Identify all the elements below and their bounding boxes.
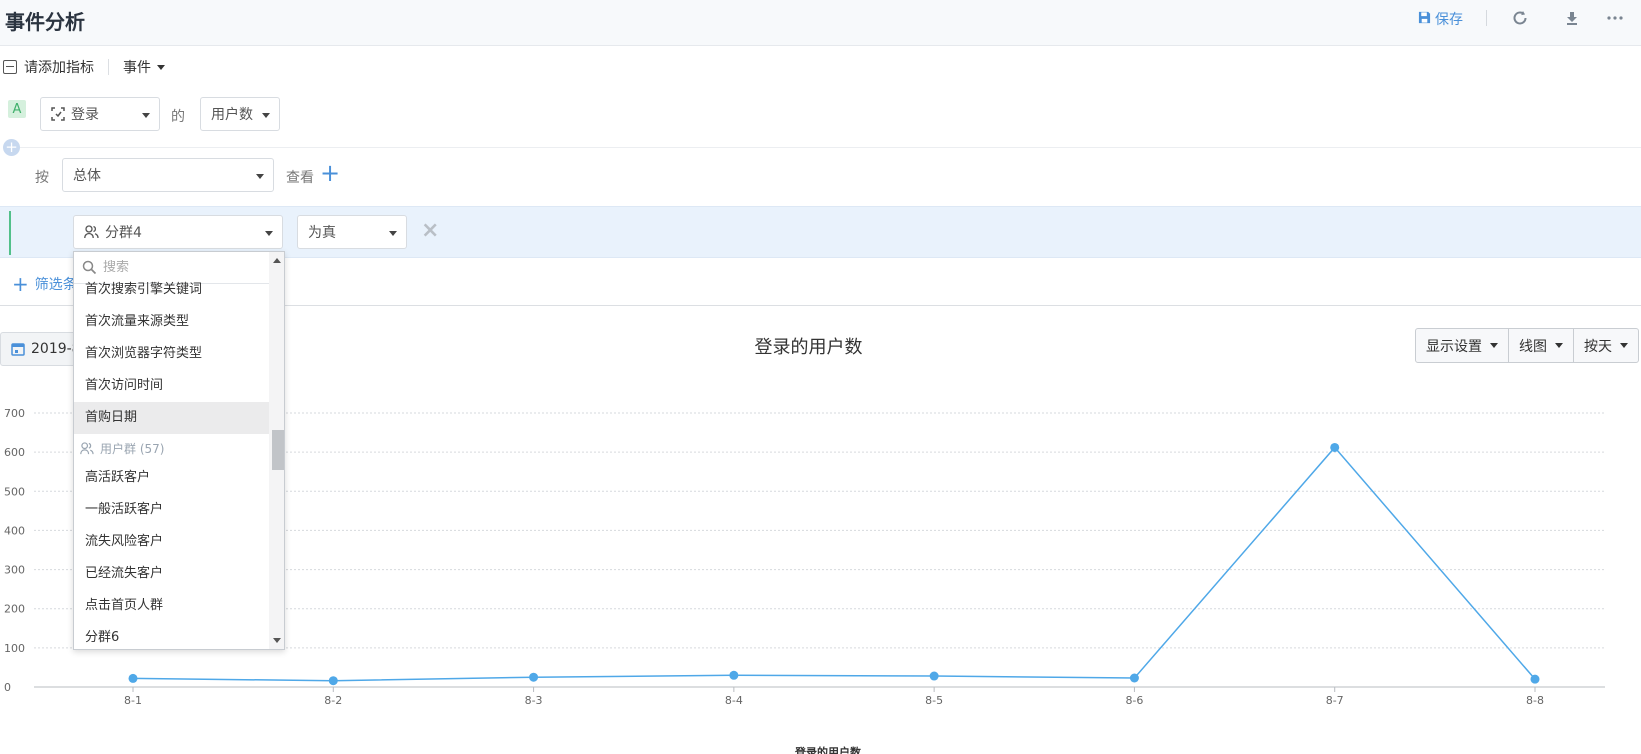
dropdown-scrollbar[interactable] — [269, 252, 284, 649]
user-group-icon — [80, 441, 94, 455]
data-point — [328, 676, 338, 686]
display-settings-button[interactable]: 显示设置 — [1416, 329, 1509, 362]
header-separator — [1486, 10, 1487, 26]
y-tick-label: 300 — [4, 564, 25, 577]
view-label: 查看 — [286, 170, 314, 186]
dropdown-item[interactable]: 首次搜索引擎关键词 — [74, 274, 269, 306]
group-by-label: 按 — [35, 170, 49, 186]
toggle-separator — [108, 59, 109, 75]
data-point — [128, 673, 138, 683]
x-tick-label: 8-2 — [324, 694, 342, 707]
data-point — [1530, 674, 1540, 684]
caret-down-icon — [157, 64, 165, 70]
caret-down-icon — [265, 231, 273, 236]
add-metric-label[interactable]: 请添加指标 — [24, 57, 94, 77]
dropdown-item[interactable]: 高活跃客户 — [74, 462, 269, 494]
chart-legend-label: 登录的用户数 — [795, 746, 861, 754]
chart-type-button[interactable]: 线图 — [1509, 329, 1574, 362]
refresh-icon[interactable] — [1510, 8, 1530, 28]
x-tick-label: 8-1 — [124, 694, 142, 707]
scroll-down-icon[interactable] — [273, 638, 281, 643]
scrollbar-thumb[interactable] — [272, 430, 284, 470]
page-title: 事件分析 — [5, 10, 85, 34]
add-group-plus-icon[interactable]: + — [320, 161, 340, 185]
dropdown-item[interactable]: 分群6 — [74, 622, 269, 649]
caret-down-icon — [1490, 343, 1498, 348]
dropdown-item[interactable]: 首次流量来源类型 — [74, 306, 269, 338]
caret-down-icon — [262, 113, 270, 118]
series-line — [132, 446, 1536, 682]
dropdown-item[interactable]: 首次浏览器字符类型 — [74, 338, 269, 370]
divider — [20, 147, 1641, 148]
filter-property-dropdown: 首次搜索引擎关键词首次流量来源类型首次浏览器字符类型首次访问时间首购日期用户群 … — [73, 251, 285, 650]
y-tick-label: 600 — [4, 446, 25, 459]
event-select[interactable]: 登录 — [40, 97, 160, 131]
granularity-button[interactable]: 按天 — [1574, 329, 1638, 362]
scroll-up-icon[interactable] — [273, 258, 281, 263]
filter-property-select[interactable]: 分群4 — [73, 215, 283, 249]
data-point — [729, 670, 739, 680]
event-icon — [51, 107, 65, 121]
dropdown-item[interactable]: 一般活跃客户 — [74, 494, 269, 526]
download-icon[interactable] — [1562, 8, 1582, 28]
y-tick-label: 0 — [4, 681, 11, 694]
chart-options-group: 显示设置 线图 按天 — [1415, 328, 1639, 363]
y-tick-label: 500 — [4, 485, 25, 498]
dropdown-group-header: 用户群 (57) — [74, 434, 269, 462]
plus-icon: + — [12, 272, 29, 296]
y-tick-label: 400 — [4, 524, 25, 537]
y-tick-label: 100 — [4, 642, 25, 655]
x-tick-label: 8-8 — [1526, 694, 1544, 707]
event-analysis-page: 事件分析 保存 请添加指标 事件 A 登录 的 用户数 + 按 总体 查看 + … — [0, 0, 1641, 754]
dropdown-item[interactable]: 点击首页人群 — [74, 590, 269, 622]
dropdown-item[interactable]: 已经流失客户 — [74, 558, 269, 590]
user-group-icon — [84, 225, 99, 239]
header: 事件分析 保存 — [0, 0, 1641, 46]
dropdown-item[interactable]: 首购日期 — [74, 402, 269, 434]
x-tick-label: 8-5 — [925, 694, 943, 707]
more-icon[interactable] — [1605, 8, 1625, 28]
collapse-icon[interactable] — [3, 60, 17, 74]
metrics-toggle-row: 请添加指标 事件 — [0, 56, 165, 78]
dropdown-item[interactable]: 流失风险客户 — [74, 526, 269, 558]
caret-down-icon — [256, 174, 264, 179]
y-tick-label: 700 — [4, 407, 25, 420]
data-point — [1330, 442, 1340, 452]
x-tick-label: 8-6 — [1125, 694, 1143, 707]
group-by-select[interactable]: 总体 — [62, 158, 274, 192]
save-button[interactable]: 保存 — [1418, 9, 1463, 29]
caret-down-icon — [389, 231, 397, 236]
search-input[interactable] — [103, 260, 253, 275]
x-tick-label: 8-4 — [725, 694, 743, 707]
measure-select[interactable]: 用户数 — [200, 97, 280, 131]
dropdown-item[interactable]: 首次访问时间 — [74, 370, 269, 402]
caret-down-icon — [1620, 343, 1628, 348]
search-icon — [82, 260, 97, 275]
remove-filter-icon[interactable]: × — [421, 218, 439, 243]
group-label: 用户群 (57) — [100, 441, 165, 456]
of-label: 的 — [171, 109, 185, 125]
y-tick-label: 200 — [4, 603, 25, 616]
metric-badge: A — [8, 100, 26, 118]
filter-indicator — [9, 211, 11, 255]
caret-down-icon — [1555, 343, 1563, 348]
data-point — [929, 671, 939, 681]
filter-operator-select[interactable]: 为真 — [297, 215, 407, 249]
x-tick-label: 8-3 — [525, 694, 543, 707]
caret-down-icon — [142, 113, 150, 118]
event-type-dropdown[interactable]: 事件 — [123, 57, 165, 77]
save-icon — [1418, 11, 1431, 28]
data-point — [529, 672, 539, 682]
x-tick-label: 8-7 — [1326, 694, 1344, 707]
add-metric-icon[interactable]: + — [3, 139, 20, 156]
data-point — [1129, 673, 1139, 683]
dropdown-list: 首次搜索引擎关键词 首次流量来源类型 首次浏览器字符类型 首次访问时间 首购日期用户群 … — [74, 274, 269, 649]
